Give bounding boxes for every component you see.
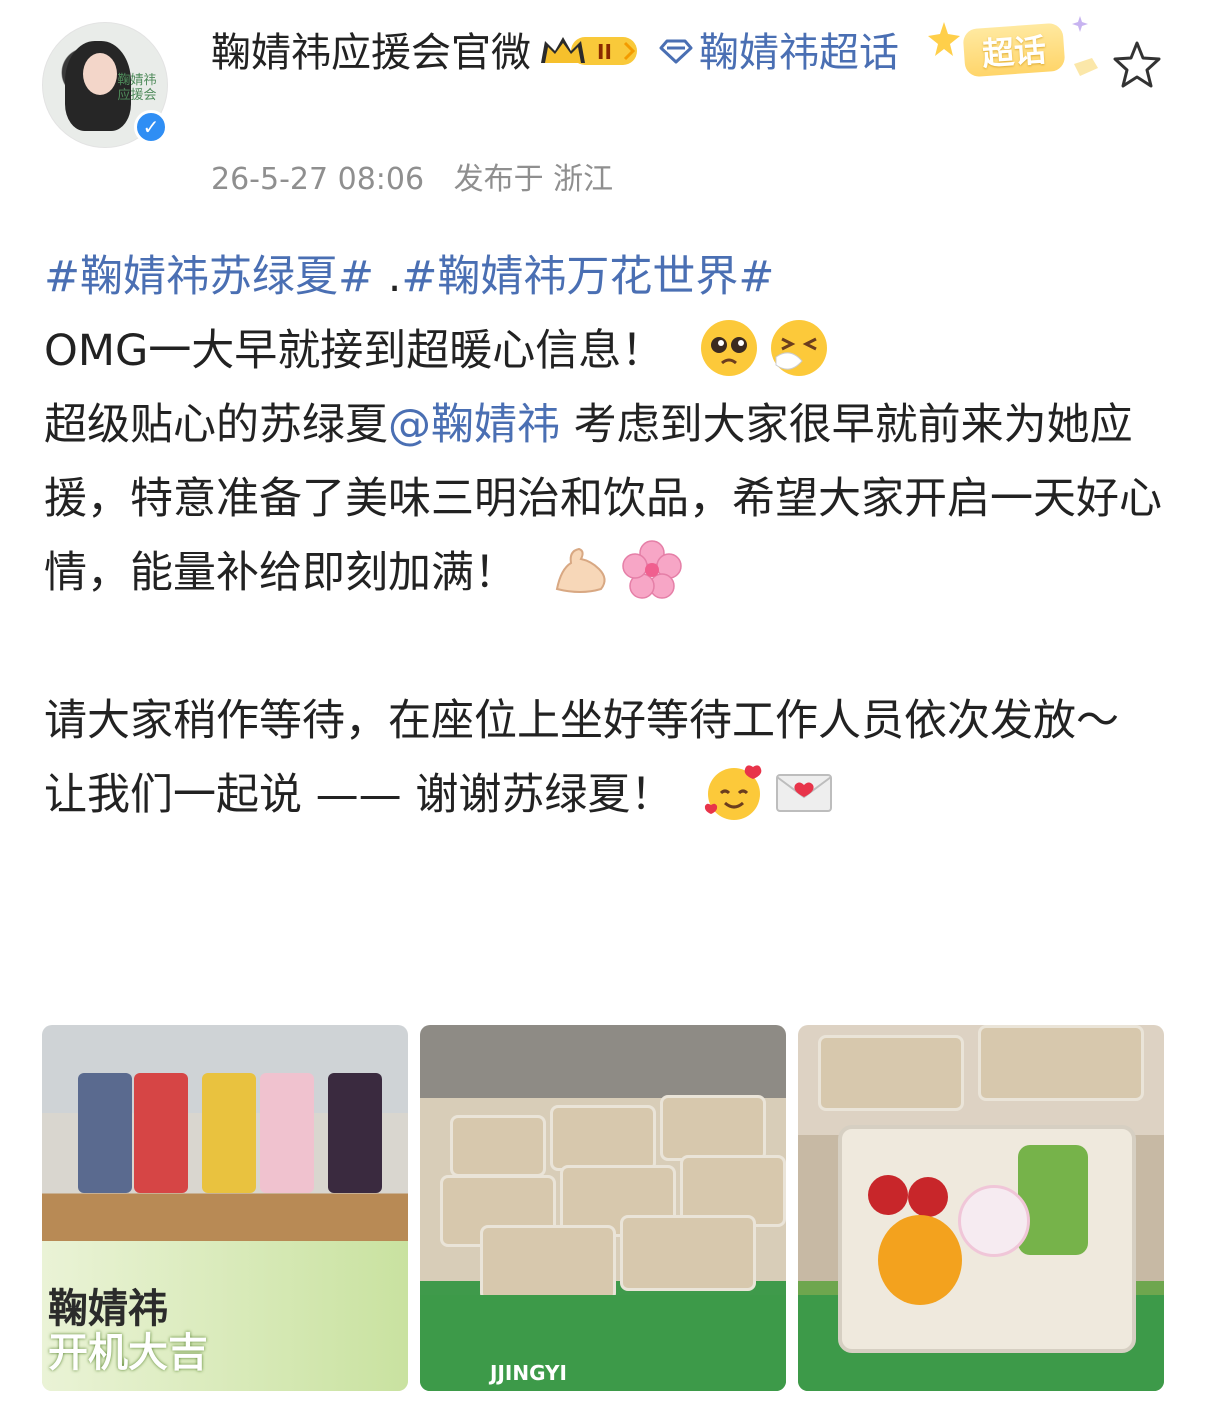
text-line: OMG一大早就接到超暖心信息！ bbox=[44, 314, 1164, 388]
hashtag-line: #鞠婧祎苏绿夏# .#鞠婧祎万花世界# bbox=[44, 240, 1164, 314]
verified-icon: ✓ bbox=[134, 110, 168, 144]
food-box bbox=[978, 1025, 1144, 1101]
topic-badge[interactable]: 超话 bbox=[922, 14, 1102, 84]
standee bbox=[202, 1073, 256, 1193]
table-cloth bbox=[420, 1295, 786, 1391]
diamond-icon bbox=[659, 39, 693, 64]
photo-thumbnail[interactable] bbox=[798, 1025, 1164, 1391]
banner-title: 鞠婧祎 bbox=[48, 1286, 168, 1332]
avatar-face bbox=[83, 53, 117, 95]
tomato bbox=[868, 1175, 908, 1215]
sandwich bbox=[1018, 1145, 1088, 1255]
pleading-face-emoji bbox=[701, 319, 758, 376]
star-favorite-icon[interactable] bbox=[1110, 38, 1164, 92]
food-box bbox=[450, 1115, 546, 1177]
post-text: 让我们一起说 —— 谢谢苏绿夏！ bbox=[44, 770, 674, 820]
cherry-blossom-emoji bbox=[622, 539, 682, 599]
post-header: 鞠婧祎应援会官微 II 鞠婧祎超话 bbox=[211, 22, 941, 84]
post-meta: 26-5-27 08:06 发布于 浙江 bbox=[211, 160, 613, 200]
standee bbox=[78, 1073, 132, 1193]
food-box bbox=[480, 1225, 616, 1301]
cake bbox=[878, 1215, 962, 1305]
text-paragraph: 超级贴心的苏绿夏@鞠婧祎 考虑到大家很早就前来为她应援，特意准备了美味三明治和饮… bbox=[44, 388, 1164, 610]
hashtag-link[interactable]: #鞠婧祎苏绿夏# bbox=[44, 252, 374, 302]
photo-thumbnail[interactable]: JJINGYI bbox=[420, 1025, 786, 1391]
photo-thumbnail[interactable]: 鞠婧祎 开机大吉 bbox=[42, 1025, 408, 1391]
food-box bbox=[550, 1105, 656, 1171]
topic-link[interactable]: 鞠婧祎超话 bbox=[699, 30, 899, 76]
crown-level-icon: II bbox=[541, 37, 637, 65]
hashtag-link[interactable]: #鞠婧祎万花世界# bbox=[401, 252, 774, 302]
post-text: OMG一大早就接到超暖心信息！ bbox=[44, 326, 665, 376]
text-line: 让我们一起说 —— 谢谢苏绿夏！ bbox=[44, 758, 1164, 832]
tomato bbox=[908, 1177, 948, 1217]
portrait-sticker bbox=[958, 1185, 1030, 1257]
username[interactable]: 鞠婧祎应援会官微 bbox=[211, 30, 531, 76]
topic-badge-label: 超话 bbox=[962, 22, 1066, 78]
standee bbox=[328, 1073, 382, 1193]
food-box bbox=[660, 1095, 766, 1161]
flexed-biceps-emoji bbox=[555, 547, 606, 593]
cloth-text: JJINGYI bbox=[490, 1361, 567, 1385]
sneezing-face-emoji bbox=[771, 319, 828, 376]
timestamp: 26-5-27 08:06 bbox=[211, 162, 425, 197]
mention-link[interactable]: @鞠婧祎 bbox=[388, 400, 560, 450]
location: 发布于 浙江 bbox=[453, 162, 614, 197]
standee bbox=[260, 1073, 314, 1193]
food-box bbox=[620, 1215, 756, 1291]
separator: . bbox=[374, 252, 402, 302]
photo-grid: 鞠婧祎 开机大吉 JJINGYI bbox=[42, 1025, 1164, 1391]
text-paragraph: 请大家稍作等待，在座位上坐好等待工作人员依次发放～ bbox=[44, 684, 1164, 758]
food-box bbox=[818, 1035, 964, 1111]
post-text: 超级贴心的苏绿夏 bbox=[44, 400, 388, 450]
smiling-hearts-emoji bbox=[705, 764, 762, 820]
avatar-text: 鞠婧祎 应援会 bbox=[117, 73, 157, 103]
post-content: #鞠婧祎苏绿夏# .#鞠婧祎万花世界# OMG一大早就接到超暖心信息！ 超级贴心… bbox=[44, 240, 1164, 832]
level-badge-text: II bbox=[597, 40, 612, 64]
post-text: 请大家稍作等待，在座位上坐好等待工作人员依次发放～ bbox=[44, 696, 1119, 746]
standee bbox=[134, 1073, 188, 1193]
love-letter-emoji bbox=[776, 773, 833, 812]
banner-subtitle: 开机大吉 bbox=[48, 1330, 208, 1376]
